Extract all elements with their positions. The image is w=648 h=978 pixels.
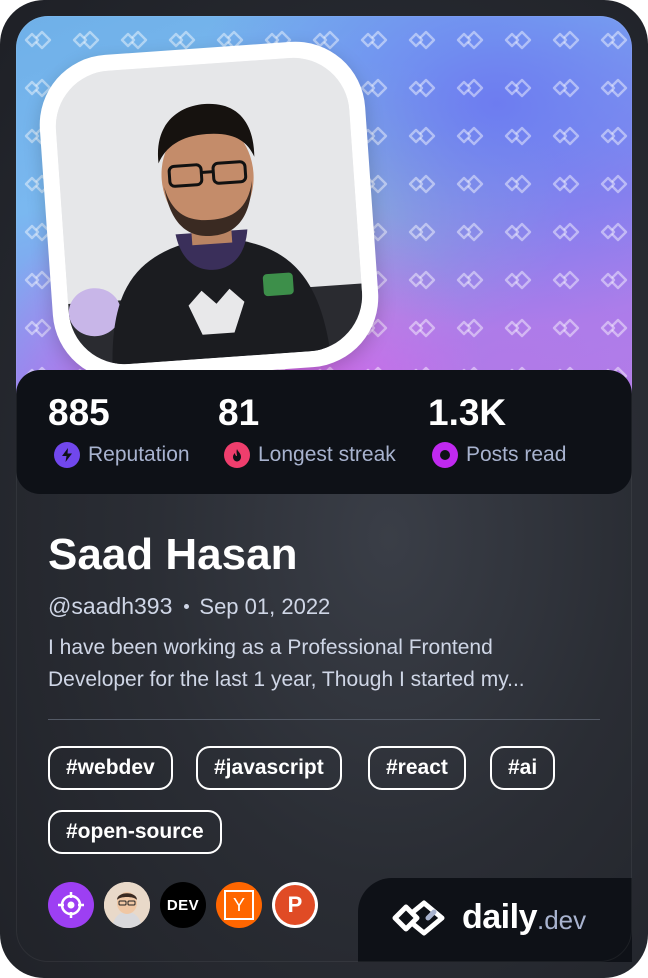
flame-icon [224,442,250,468]
reputation-label-row: Reputation [54,442,190,468]
tag-open-source[interactable]: #open-source [48,810,222,854]
separator-dot [184,604,190,609]
ring-icon [432,442,458,468]
profile-name: Saad Hasan [48,530,298,579]
streak-label-row: Longest streak [224,442,396,468]
crosshair-icon[interactable] [48,882,94,928]
posts-read-label: Posts read [466,443,567,466]
streak-label: Longest streak [258,443,396,466]
daily-dev-logo[interactable]: daily .dev [390,898,586,937]
badges-row: DEV Y P [48,882,328,928]
joined-date: Sep 01, 2022 [199,593,331,619]
streak-value: 81 [218,392,260,433]
profile-handle[interactable]: @saadh393 [48,593,172,620]
reputation-value: 885 [48,392,110,433]
avatar[interactable] [52,54,366,368]
handle-row: @saadh393 Sep 01, 2022 [48,593,330,620]
brand-dev-text: .dev [536,905,587,935]
y-badge-label: Y [232,894,245,915]
profile-bio: I have been working as a Professional Fr… [48,632,598,696]
tag-ai[interactable]: #ai [490,746,556,790]
reputation-label: Reputation [88,443,190,466]
profile-card: 885 Reputation 81 Longest streak 1.3K Po… [0,0,648,978]
bio-line-2: Developer for the last 1 year, Though I … [48,668,525,691]
bolt-icon [54,442,80,468]
dev-badge-label: DEV [166,896,200,914]
brand-panel: daily .dev [358,878,632,962]
p-badge-label: P [287,892,303,917]
avatar-icon[interactable] [104,882,150,928]
posts-read-label-row: Posts read [432,442,566,468]
daily-dev-logo-icon [392,900,445,935]
divider [48,719,600,720]
bio-line-1: I have been working as a Professional Fr… [48,636,493,659]
posts-read-value: 1.3K [428,392,507,433]
tag-javascript[interactable]: #javascript [196,746,342,790]
tag-webdev[interactable]: #webdev [48,746,173,790]
avatar-photo [52,54,366,368]
p-icon[interactable]: P [272,882,318,928]
y-icon[interactable]: Y [216,882,262,928]
tag-react[interactable]: #react [368,746,466,790]
dev-icon[interactable]: DEV [160,882,206,928]
brand-daily-text: daily [462,898,537,936]
stats-panel: 885 Reputation 81 Longest streak 1.3K Po… [16,370,632,494]
